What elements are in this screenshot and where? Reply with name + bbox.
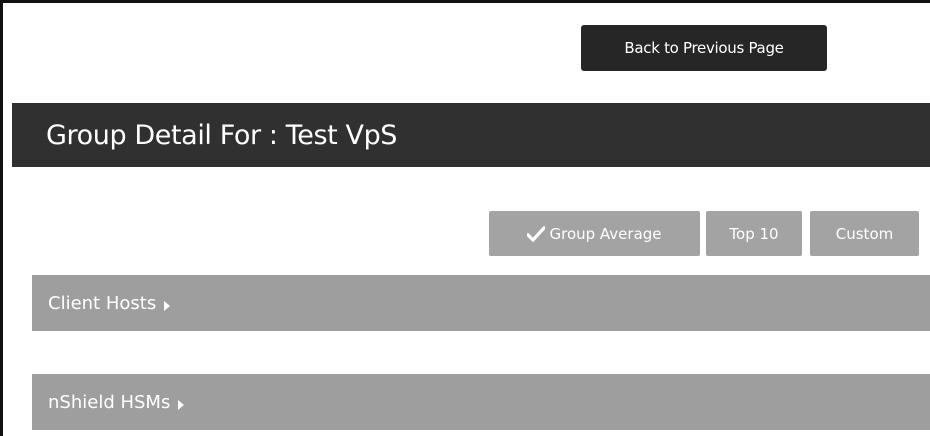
section-client-hosts[interactable]: Client Hosts	[32, 275, 930, 331]
group-average-label: Group Average	[549, 224, 662, 243]
caret-right-icon	[178, 399, 185, 410]
group-average-button[interactable]: Group Average	[489, 211, 700, 256]
page-title-bar: Group Detail For : Test VpS	[12, 103, 930, 167]
section-client-hosts-label: Client Hosts	[48, 292, 157, 314]
back-to-previous-page-button[interactable]: Back to Previous Page	[581, 25, 827, 71]
top-10-button[interactable]: Top 10	[706, 211, 802, 256]
top-10-label: Top 10	[729, 224, 779, 243]
section-nshield-hsms[interactable]: nShield HSMs	[32, 374, 930, 430]
check-icon	[527, 225, 546, 242]
section-nshield-hsms-label: nShield HSMs	[48, 391, 171, 413]
back-button-label: Back to Previous Page	[624, 39, 784, 57]
caret-right-icon	[164, 300, 171, 311]
page-title: Group Detail For : Test VpS	[46, 119, 398, 151]
custom-label: Custom	[835, 224, 894, 243]
custom-button[interactable]: Custom	[810, 211, 919, 256]
